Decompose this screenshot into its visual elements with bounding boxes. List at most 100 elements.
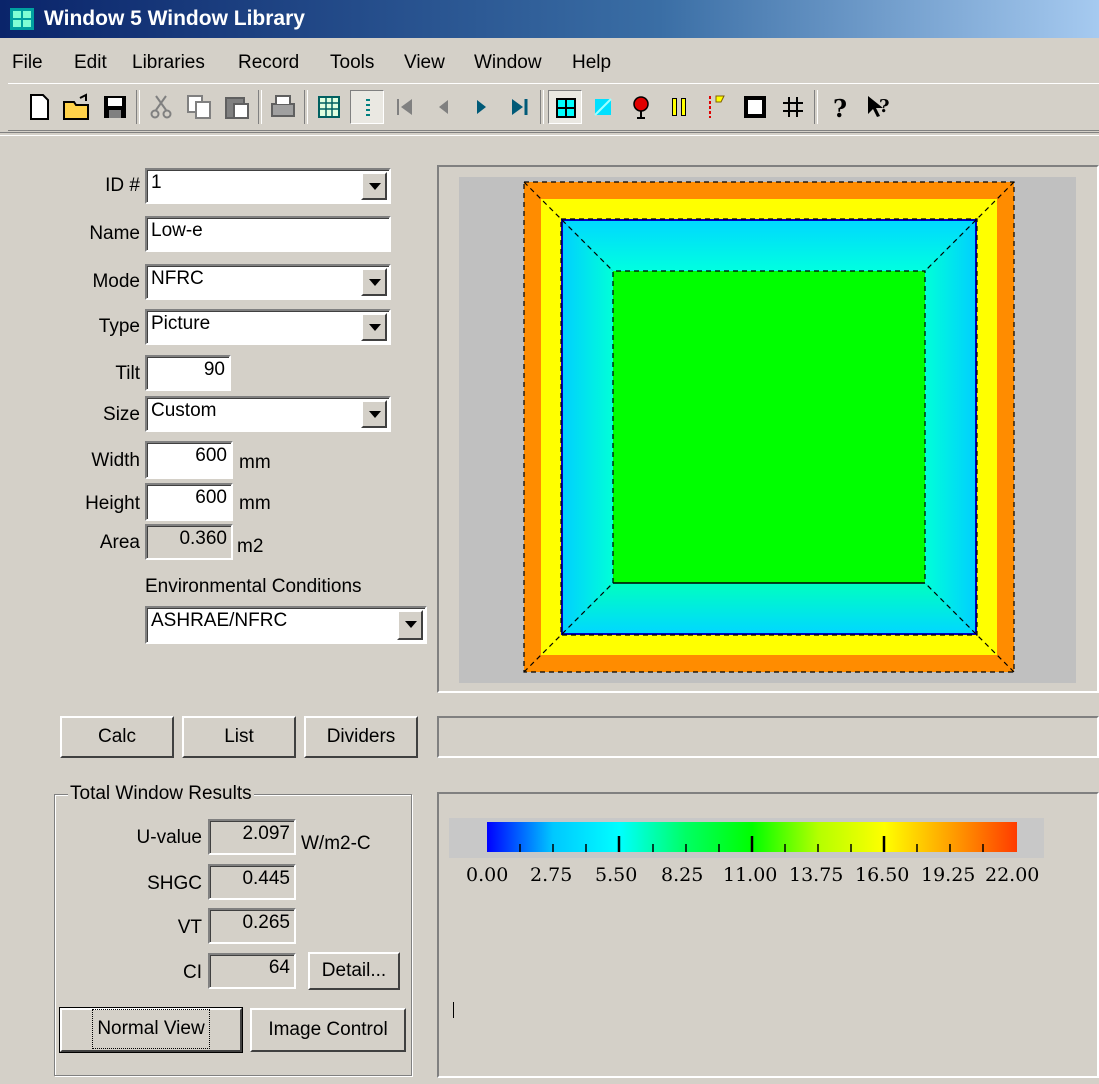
list-view-icon[interactable]	[350, 90, 384, 124]
menu-view[interactable]: View	[404, 52, 445, 74]
status-panel	[437, 716, 1099, 758]
size-label: Size	[103, 404, 140, 425]
context-help-icon[interactable]: ?	[860, 90, 894, 124]
size-value: Custom	[151, 400, 217, 421]
svg-text:?: ?	[879, 96, 890, 117]
width-unit: mm	[239, 452, 271, 473]
env-conditions-value: ASHRAE/NFRC	[151, 610, 288, 631]
area-unit: m2	[237, 536, 264, 557]
new-icon[interactable]	[22, 90, 56, 124]
results-title: Total Window Results	[68, 783, 254, 805]
menu-file[interactable]: File	[12, 52, 43, 74]
tilt-label: Tilt	[115, 363, 140, 384]
image-control-button[interactable]: Image Control	[250, 1008, 406, 1052]
scale-label: 0.00	[466, 864, 509, 886]
shgc-value: 0.445	[208, 864, 296, 900]
menu-libraries[interactable]: Libraries	[132, 52, 205, 74]
edge-top	[563, 221, 975, 271]
uvalue-label: U-value	[136, 827, 202, 848]
print-icon[interactable]	[266, 90, 300, 124]
height-unit: mm	[239, 493, 271, 514]
color-icon[interactable]	[624, 90, 658, 124]
text-cursor	[453, 1002, 454, 1018]
shgc-label: SHGC	[147, 873, 202, 894]
ci-label: CI	[183, 962, 202, 983]
toolbar: ? ?	[8, 83, 1099, 131]
paste-icon[interactable]	[220, 90, 254, 124]
scale-label: 19.25	[921, 864, 976, 886]
height-input[interactable]: 600	[145, 483, 233, 521]
normal-view-button[interactable]: Normal View	[59, 1007, 243, 1053]
prev-record-icon[interactable]	[426, 90, 460, 124]
frame-icon[interactable]	[738, 90, 772, 124]
mode-value: NFRC	[151, 268, 204, 289]
app-icon	[10, 8, 34, 30]
first-record-icon[interactable]	[388, 90, 422, 124]
area-label: Area	[99, 532, 140, 553]
divider-icon[interactable]	[662, 90, 696, 124]
type-value: Picture	[151, 313, 211, 334]
menu-edit[interactable]: Edit	[74, 52, 107, 74]
list-button[interactable]: List	[182, 716, 296, 758]
temperature-icon[interactable]	[700, 90, 734, 124]
window-drawing	[459, 177, 1076, 683]
mode-label: Mode	[92, 271, 140, 292]
chevron-down-icon[interactable]	[361, 268, 387, 296]
width-label: Width	[91, 450, 140, 471]
name-label: Name	[89, 223, 140, 244]
scale-label: 8.25	[661, 864, 704, 886]
menu-bar: File Edit Libraries Record Tools View Wi…	[0, 40, 1099, 80]
tilt-input[interactable]: 90	[145, 355, 231, 391]
scale-label: 22.00	[985, 864, 1040, 886]
scale-panel: 0.00 2.75 5.50 8.25 11.00 13.75 16.50 19…	[437, 792, 1099, 1078]
height-label: Height	[85, 493, 140, 514]
uvalue-unit: W/m2-C	[301, 833, 371, 854]
last-record-icon[interactable]	[502, 90, 536, 124]
title-bar: Window 5 Window Library	[0, 0, 1099, 38]
toolbar-separator	[0, 132, 1099, 136]
grid-icon[interactable]	[776, 90, 810, 124]
id-label: ID #	[105, 175, 140, 196]
vt-value: 0.265	[208, 908, 296, 944]
cut-icon[interactable]	[144, 90, 178, 124]
type-label: Type	[98, 316, 140, 337]
size-select[interactable]: Custom	[145, 396, 391, 432]
uvalue-value: 2.097	[208, 819, 296, 855]
name-input[interactable]: Low-e	[145, 216, 391, 252]
vt-label: VT	[177, 917, 202, 938]
save-icon[interactable]	[98, 90, 132, 124]
help-icon[interactable]: ?	[822, 90, 856, 124]
normal-view-label: Normal View	[92, 1009, 210, 1049]
area-value: 0.360	[145, 524, 233, 560]
open-icon[interactable]	[60, 90, 94, 124]
chevron-down-icon[interactable]	[361, 172, 387, 200]
edge-bottom	[563, 583, 975, 633]
glazing-icon[interactable]	[586, 90, 620, 124]
type-select[interactable]: Picture	[145, 309, 391, 345]
scale-label: 11.00	[723, 864, 778, 886]
env-conditions-select[interactable]: ASHRAE/NFRC	[145, 606, 427, 644]
chevron-down-icon[interactable]	[361, 313, 387, 341]
edge-left	[563, 221, 613, 633]
scale-ticks	[519, 836, 984, 852]
edge-right	[925, 221, 975, 633]
menu-help[interactable]: Help	[572, 52, 611, 74]
width-input[interactable]: 600	[145, 441, 233, 479]
chevron-down-icon[interactable]	[397, 610, 423, 640]
copy-icon[interactable]	[182, 90, 216, 124]
chevron-down-icon[interactable]	[361, 400, 387, 428]
window-view-icon[interactable]	[548, 90, 582, 124]
next-record-icon[interactable]	[464, 90, 498, 124]
detail-button[interactable]: Detail...	[308, 952, 400, 990]
menu-window[interactable]: Window	[474, 52, 542, 74]
id-select[interactable]: 1	[145, 168, 391, 204]
svg-text:?: ?	[833, 94, 847, 123]
grid-view-icon[interactable]	[312, 90, 346, 124]
calc-button[interactable]: Calc	[60, 716, 174, 758]
dividers-button[interactable]: Dividers	[304, 716, 418, 758]
window-drawing-panel	[437, 165, 1099, 693]
scale-label: 16.50	[855, 864, 910, 886]
menu-record[interactable]: Record	[238, 52, 299, 74]
mode-select[interactable]: NFRC	[145, 264, 391, 300]
menu-tools[interactable]: Tools	[330, 52, 374, 74]
